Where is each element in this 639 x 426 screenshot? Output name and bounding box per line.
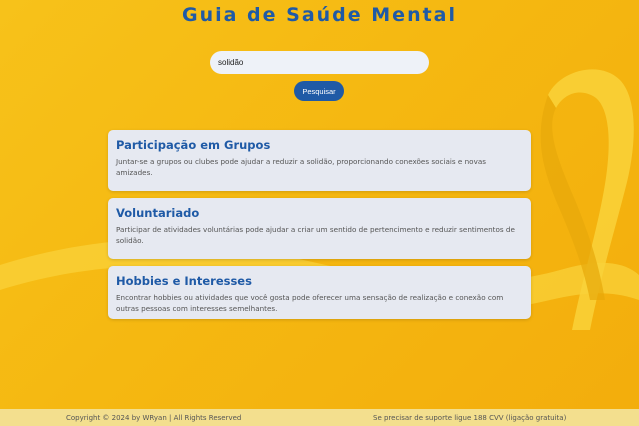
search-input[interactable] bbox=[210, 51, 429, 74]
result-card-title: Voluntariado bbox=[116, 206, 200, 220]
result-card-text: Encontrar hobbies ou atividades que você… bbox=[116, 293, 504, 313]
footer-support: Se precisar de suporte ligue 188 CVV (li… bbox=[373, 413, 567, 422]
result-card-text: Juntar-se a grupos ou clubes pode ajudar… bbox=[116, 157, 486, 177]
result-card: Hobbies e Interesses Encontrar hobbies o… bbox=[108, 266, 531, 319]
footer-copyright: Copyright © 2024 by WRyan | All Rights R… bbox=[66, 413, 242, 422]
result-card: Voluntariado Participar de atividades vo… bbox=[108, 198, 531, 259]
result-card-title: Hobbies e Interesses bbox=[116, 274, 252, 288]
result-card-title: Participação em Grupos bbox=[116, 138, 271, 152]
page-title: Guia de Saúde Mental bbox=[181, 4, 458, 26]
search-button[interactable]: Pesquisar bbox=[294, 81, 344, 101]
footer: Copyright © 2024 by WRyan | All Rights R… bbox=[0, 409, 639, 426]
result-card: Participação em Grupos Juntar-se a grupo… bbox=[108, 130, 531, 191]
result-card-text: Participar de atividades voluntárias pod… bbox=[116, 225, 515, 245]
